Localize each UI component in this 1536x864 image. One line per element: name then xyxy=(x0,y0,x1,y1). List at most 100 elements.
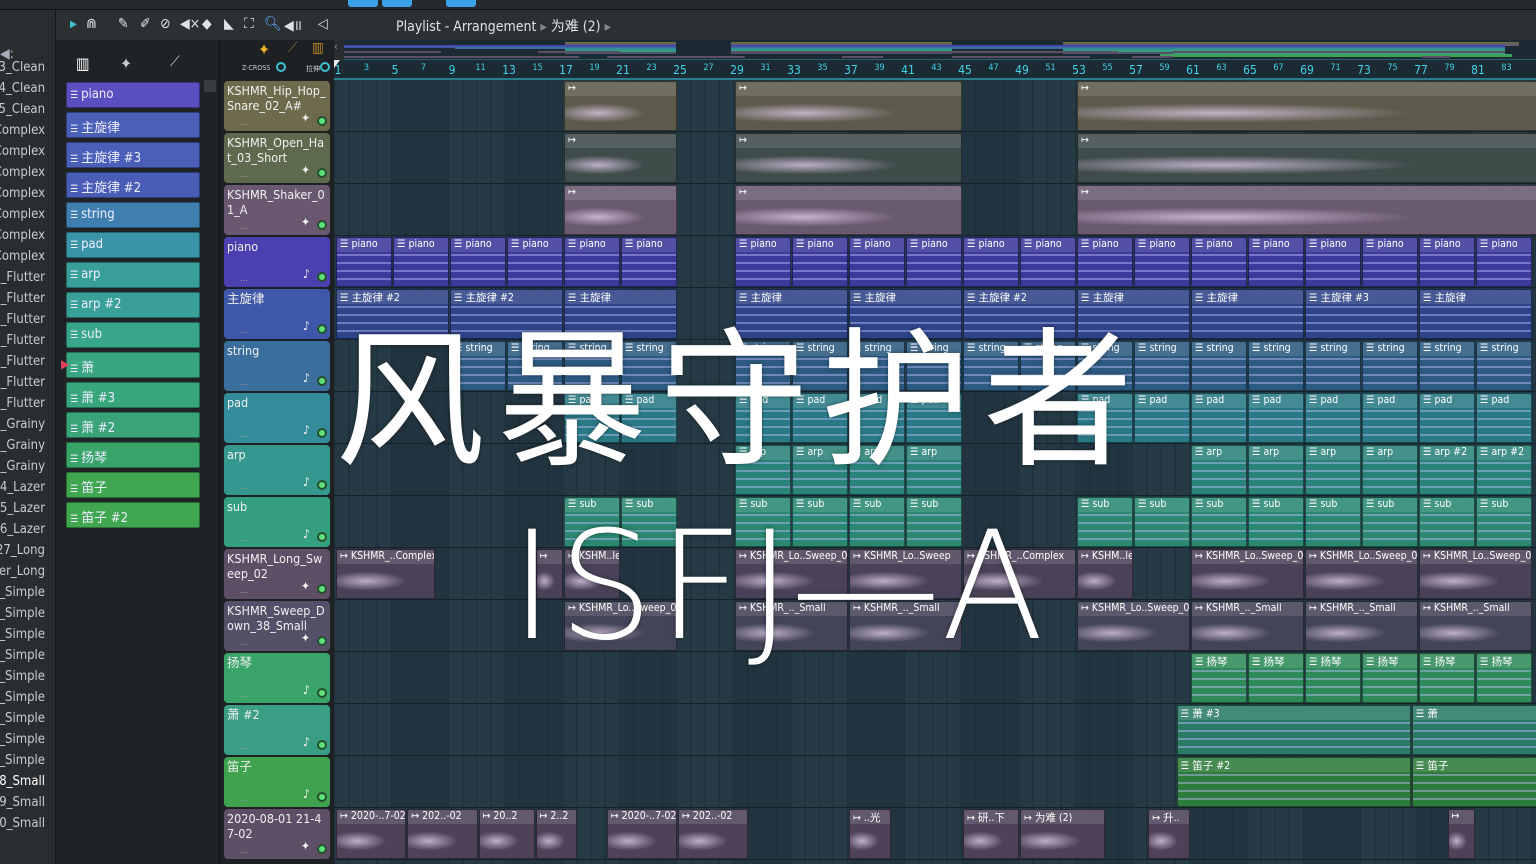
browser-item[interactable]: 8_Flutter xyxy=(0,354,45,369)
clip[interactable]: ☰ 扬琴 xyxy=(1305,653,1361,703)
track-menu-icon[interactable]: ... xyxy=(240,116,248,131)
track-header[interactable]: KSHMR_Long_Sweep_02 ✦... xyxy=(224,549,330,599)
audio-clip-icon[interactable]: ✦ xyxy=(120,54,132,73)
track-header[interactable]: pad ♪... xyxy=(224,393,330,443)
clip[interactable]: ☰ string xyxy=(906,341,962,391)
playhead-marker[interactable] xyxy=(334,60,340,68)
clip[interactable]: ☰ piano xyxy=(906,237,962,287)
clip[interactable]: ☰ pad xyxy=(1191,393,1247,443)
clip[interactable]: ☰ 扬琴 xyxy=(1191,653,1247,703)
clip[interactable]: ☰ 笛子 #2 xyxy=(1176,757,1411,807)
browser-item[interactable]: 1_Grainy xyxy=(0,417,45,432)
pattern-item[interactable]: ☰ 萧 #3 xyxy=(66,382,200,408)
clip[interactable]: ☰ 主旋律 #3 xyxy=(1305,289,1418,339)
clip[interactable]: ☰ pad xyxy=(1476,393,1532,443)
browser-item[interactable]: 2_Simple xyxy=(0,648,45,663)
clip[interactable]: ☰ pad xyxy=(1134,393,1190,443)
scroll-left-icon[interactable]: ‹ xyxy=(334,40,344,60)
pattern-item[interactable]: ☰ sub xyxy=(66,322,200,348)
track-lane[interactable]: ↦ ↦ ↦ xyxy=(334,132,1536,184)
clip[interactable]: ☰ sub xyxy=(1134,497,1190,547)
clip[interactable]: ↦ KSHMR_Lo..Sweep_02 xyxy=(1419,549,1532,599)
track-header[interactable]: arp ♪... xyxy=(224,445,330,495)
browser-item[interactable]: 4_Flutter xyxy=(0,270,45,285)
track-lane[interactable]: ☰ arp ☰ arp ☰ arp ☰ arp ☰ arp ☰ arp ☰ arp ☰ arp… xyxy=(334,444,1536,496)
track-menu-icon[interactable]: ... xyxy=(240,532,248,547)
clip[interactable]: ☰ sub xyxy=(1362,497,1418,547)
pattern-item[interactable]: ☰ 萧 ▶ xyxy=(61,352,200,378)
track-header[interactable]: KSHMR_Sweep_Down_38_Small ✦... xyxy=(224,601,330,651)
track-enable-toggle[interactable] xyxy=(317,740,327,750)
clip[interactable]: ☰ piano xyxy=(621,237,677,287)
track-enable-toggle[interactable] xyxy=(317,584,327,594)
track-lane[interactable]: ↦ ↦ ↦ xyxy=(334,184,1536,236)
clip[interactable]: ☰ string xyxy=(1476,341,1532,391)
clip[interactable]: ↦ KSHMR_.._Small xyxy=(849,601,962,651)
pattern-item[interactable]: ☰ 主旋律 #3 xyxy=(66,142,200,168)
arrangement-area[interactable]: ‹ 1 3 5 7 9 11 13 15 17 19 21 23 25 27 29 31 33 35 37 39 41 4… xyxy=(334,40,1536,864)
pencil-icon[interactable]: ✎ xyxy=(118,16,129,32)
clip[interactable]: ☰ arp #2 xyxy=(1419,445,1475,495)
clip[interactable]: ☰ arp #2 xyxy=(1476,445,1532,495)
track-lane[interactable]: ☰ pad ☰ pad ☰ pad ☰ pad ☰ pad ☰ pad ☰ pad ☰ pad… xyxy=(334,392,1536,444)
track-lane[interactable]: ☰ 主旋律 #2 ☰ 主旋律 #2 ☰ 主旋律 ☰ 主旋律 ☰ 主旋律 ☰ 主旋律 #2 ☰… xyxy=(334,288,1536,340)
clip[interactable]: ↦ 202..-02 xyxy=(407,809,478,859)
clip[interactable]: ☰ piano xyxy=(963,237,1019,287)
clip[interactable]: ↦ 202..-02 xyxy=(678,809,749,859)
clip[interactable]: ↦ xyxy=(535,549,563,599)
browser-item[interactable]: 2_Grainy xyxy=(0,438,45,453)
track-header[interactable]: 2020-08-01 21-47-02 ✦... xyxy=(224,809,330,859)
clip[interactable]: ☰ sub xyxy=(792,497,848,547)
clip[interactable]: ↦ xyxy=(564,133,677,183)
browser-item[interactable]: 25_Lazer xyxy=(0,501,45,516)
clip[interactable]: ↦ 升.. xyxy=(1148,809,1190,859)
clip[interactable]: ☰ piano xyxy=(1020,237,1076,287)
pattern-item[interactable]: ☰ 主旋律 xyxy=(66,112,200,138)
clip[interactable]: ☰ arp xyxy=(1191,445,1247,495)
clip[interactable]: ↦ 2..2 xyxy=(535,809,578,859)
clip[interactable]: ☰ piano xyxy=(336,237,392,287)
pattern-item[interactable]: ☰ piano xyxy=(66,82,200,108)
clip[interactable]: ☰ 扬琴 xyxy=(1248,653,1304,703)
clip[interactable]: ☰ 主旋律 xyxy=(1077,289,1190,339)
clip[interactable]: ☰ arp xyxy=(849,445,905,495)
track-lane[interactable]: ☰ 笛子 #2 ☰ 笛子 xyxy=(334,756,1536,808)
clip[interactable]: ☰ pad xyxy=(1248,393,1304,443)
slice-icon[interactable]: ◣ xyxy=(224,16,234,32)
overview-scrollbar[interactable] xyxy=(344,40,1536,60)
clip[interactable]: ☰ piano xyxy=(564,237,620,287)
clip[interactable]: ☰ sub xyxy=(849,497,905,547)
browser-item[interactable]: 26_Lazer xyxy=(0,522,45,537)
clip[interactable]: ☰ 主旋律 xyxy=(735,289,848,339)
clip[interactable]: ☰ arp xyxy=(906,445,962,495)
clip[interactable]: ☰ sub xyxy=(906,497,962,547)
clip[interactable]: ↦ xyxy=(564,185,677,235)
track-enable-toggle[interactable] xyxy=(317,220,327,230)
clip[interactable]: ☰ 主旋律 xyxy=(849,289,962,339)
track-lane[interactable]: ☰ 扬琴 ☰ 扬琴 ☰ 扬琴 ☰ 扬琴 ☰ 扬琴 ☰ 扬琴 xyxy=(334,652,1536,704)
browser-item[interactable]: 3_Simple xyxy=(0,669,45,684)
clip[interactable]: ↦ KSHMR_Lo..Sweep_02 xyxy=(735,549,848,599)
clip[interactable]: ↦ xyxy=(564,81,677,131)
breadcrumb[interactable]: 为难 (2) xyxy=(551,19,601,35)
clip[interactable]: ↦ KSHMR_..Complex xyxy=(963,549,1076,599)
playback-icon[interactable]: ◀॥ xyxy=(284,16,302,35)
clip[interactable]: ↦ KSHM..lean xyxy=(564,549,620,599)
browser-item[interactable]: per_Long xyxy=(0,564,45,579)
track-menu-icon[interactable]: ... xyxy=(240,844,248,859)
clip[interactable]: ☰ arp xyxy=(735,445,791,495)
automation-icon[interactable]: ⟋ xyxy=(288,40,298,56)
browser-item[interactable]: 3_Grainy xyxy=(0,459,45,474)
browser-item[interactable]: 9_Flutter xyxy=(0,375,45,390)
track-header[interactable]: 笛子 ♪... xyxy=(224,757,330,807)
browser-item[interactable]: _Complex xyxy=(0,165,45,180)
clip[interactable]: ☰ piano xyxy=(393,237,449,287)
clip[interactable]: ↦ KSHM..lean xyxy=(1077,549,1133,599)
clip[interactable]: ☰ 萧 xyxy=(1411,705,1536,755)
track-menu-icon[interactable]: ... xyxy=(240,324,248,339)
track-menu-icon[interactable]: ... xyxy=(240,584,248,599)
clip[interactable]: ☰ sub xyxy=(564,497,620,547)
clip[interactable]: ↦ KSHMR_Lo..Sweep_02 xyxy=(1305,549,1418,599)
clip[interactable]: ☰ sub xyxy=(1248,497,1304,547)
clip[interactable]: ☰ string xyxy=(1362,341,1418,391)
